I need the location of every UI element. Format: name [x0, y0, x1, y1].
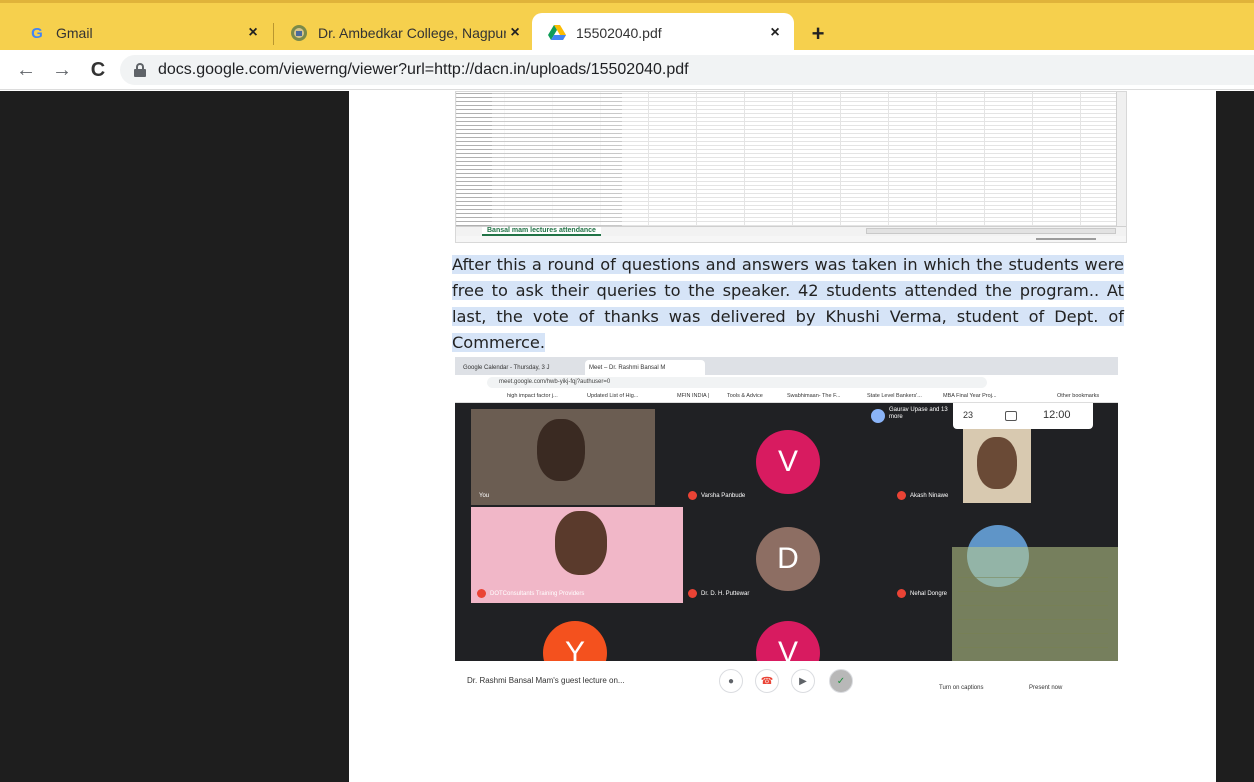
reload-button[interactable]: C: [86, 58, 110, 82]
viewer-right-margin: [1216, 91, 1254, 782]
highlighted-text: After this a round of questions and answ…: [452, 255, 1124, 352]
participant-name-akash: Akash Ninawe: [897, 491, 948, 500]
bookmark-item: MFIN INDIA |: [677, 393, 710, 399]
spreadsheet-name-column: [456, 92, 492, 226]
gmail-icon: G: [31, 24, 43, 42]
mic-icon: ●: [719, 669, 743, 693]
mic-off-icon: [897, 491, 906, 500]
meet-address-bar: meet.google.com/hwb-yikj-fqj?authuser=0: [455, 375, 1118, 390]
spreadsheet-zoom-slider: [1036, 238, 1096, 240]
meet-bottom-bar: Dr. Rashmi Bansal Mam's guest lecture on…: [455, 661, 1118, 701]
tab-title: Dr. Ambedkar College, Nagpur: [318, 25, 506, 41]
tab-title: Gmail: [56, 25, 93, 41]
bookmark-item: State Level Bankers'...: [867, 393, 922, 399]
google-drive-icon: [548, 24, 566, 42]
participant-face: [977, 437, 1017, 489]
check-icon: ✓: [829, 669, 853, 693]
participant-name: You: [479, 493, 490, 499]
present-label: Present now: [1029, 685, 1063, 691]
close-tab-icon[interactable]: ×: [766, 24, 784, 42]
pdf-viewer: Bansal mam lectures attendance After thi…: [0, 91, 1254, 782]
tab-strip: G Gmail × Dr. Ambedkar College, Nagpur ×…: [0, 0, 1254, 53]
chat-icon: [1005, 411, 1017, 421]
spreadsheet-vertical-scrollbar: [1116, 92, 1126, 226]
lock-icon[interactable]: [134, 63, 146, 77]
attendance-spreadsheet-image: Bansal mam lectures attendance: [455, 91, 1127, 243]
participant-name-varsha: Varsha Panbude: [688, 491, 745, 500]
address-bar[interactable]: docs.google.com/viewerng/viewer?url=http…: [120, 55, 1254, 85]
bookmark-item: Other bookmarks: [1057, 393, 1100, 399]
meet-tab-calendar: Google Calendar - Thursday, 3 J: [463, 364, 550, 371]
spreadsheet-status-bar: [456, 236, 1126, 242]
mic-off-icon: [477, 589, 486, 598]
spreadsheet-sheet-tab: Bansal mam lectures attendance: [482, 227, 601, 236]
spreadsheet-value-columns: [492, 92, 622, 226]
participant-count: 23: [963, 410, 974, 420]
college-logo-icon: [290, 24, 308, 42]
meet-url: meet.google.com/hwb-yikj-fqj?authuser=0: [487, 377, 987, 388]
bookmark-item: MBA Final Year Proj...: [943, 393, 997, 399]
meet-info-panel: 23 12:00: [953, 403, 1093, 429]
meet-bookmarks-bar: high impact factor j... Updated List of …: [455, 390, 1118, 403]
tab-title: 15502040.pdf: [576, 25, 662, 41]
mic-off-icon: [688, 491, 697, 500]
tab-college[interactable]: Dr. Ambedkar College, Nagpur ×: [274, 13, 534, 53]
meet-header-participant: Gaurav Upase and 13 more: [867, 403, 951, 431]
meet-tab-strip: Google Calendar - Thursday, 3 J Meet – D…: [455, 357, 1118, 375]
bookmark-item: Updated List of Hig...: [587, 393, 639, 399]
browser-toolbar: ← → C docs.google.com/viewerng/viewer?ur…: [0, 50, 1254, 90]
tab-pdf[interactable]: 15502040.pdf ×: [532, 13, 794, 53]
back-button[interactable]: ←: [14, 58, 38, 82]
participant-tile-akash: [963, 429, 1031, 503]
captions-label: Turn on captions: [939, 685, 984, 691]
meeting-title: Dr. Rashmi Bansal Mam's guest lecture on…: [467, 676, 625, 685]
mic-off-icon: [897, 589, 906, 598]
camera-icon: ▶: [791, 669, 815, 693]
participant-name-dotconsultants: DOTConsultants Training Providers: [477, 589, 584, 598]
new-tab-button[interactable]: +: [806, 21, 830, 46]
participant-name-nehal: Nehal Dongre: [897, 589, 947, 598]
meet-top-right-info: Gaurav Upase and 13 more 23 12:00: [867, 403, 1118, 431]
meet-screenshot-image: Google Calendar - Thursday, 3 J Meet – D…: [455, 357, 1118, 701]
forward-button[interactable]: →: [50, 58, 74, 82]
participant-avatar-varsha: V: [756, 430, 820, 494]
bookmark-item: high impact factor j...: [507, 393, 558, 399]
pdf-page: Bansal mam lectures attendance After thi…: [349, 91, 1216, 782]
close-tab-icon[interactable]: ×: [244, 24, 262, 42]
body-paragraph: After this a round of questions and answ…: [452, 252, 1124, 356]
bookmark-item: Swabhimaan- The F...: [787, 393, 841, 399]
participant-tile-you: You: [471, 409, 655, 505]
participant-face: [555, 511, 607, 575]
participant-face: [537, 419, 585, 481]
participant-name-puttewar: Dr. D. H. Puttewar: [688, 589, 749, 598]
spreadsheet-horizontal-scrollbar: [866, 228, 1116, 234]
hangup-icon: ☎: [755, 669, 779, 693]
bookmark-item: Tools & Advice: [727, 393, 763, 399]
close-tab-icon[interactable]: ×: [506, 24, 524, 42]
participant-mini-avatar: [871, 409, 885, 423]
url-text: docs.google.com/viewerng/viewer?url=http…: [158, 61, 689, 78]
meet-time: 12:00: [1043, 409, 1071, 421]
mic-off-icon: [688, 589, 697, 598]
tab-gmail[interactable]: G Gmail ×: [12, 13, 272, 53]
participant-avatar-puttewar: D: [756, 527, 820, 591]
meet-tab-meet: Meet – Dr. Rashmi Bansal M: [585, 360, 705, 375]
